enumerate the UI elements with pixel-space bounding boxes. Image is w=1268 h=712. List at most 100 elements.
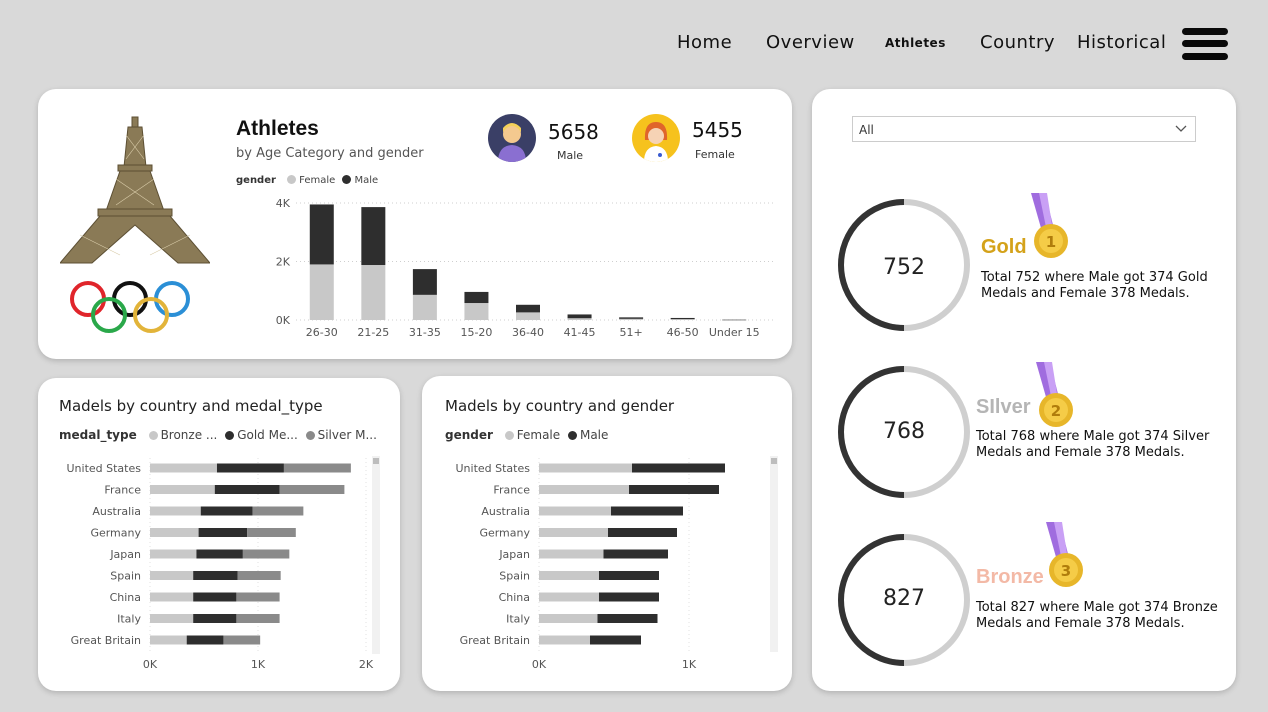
bar-bronze-great-britain[interactable] bbox=[150, 635, 187, 645]
bar-gold-me-japan[interactable] bbox=[196, 549, 243, 559]
bar-gold-me-france[interactable] bbox=[214, 485, 280, 494]
nav-country[interactable]: Country bbox=[980, 32, 1055, 53]
bar-female-italy[interactable] bbox=[539, 614, 598, 623]
x-tick-label: 0K bbox=[532, 658, 547, 671]
medal-type-legend: medal_type Bronze ... Gold Me... Silver … bbox=[59, 428, 377, 442]
x-tick-label: Under 15 bbox=[709, 326, 760, 339]
bar-silver-m-united-states[interactable] bbox=[283, 463, 351, 473]
y-tick-label: 2K bbox=[276, 256, 291, 269]
y-tick-label: France bbox=[104, 484, 141, 497]
bronze-ring: 827 bbox=[838, 534, 970, 666]
bar-gold-me-great-britain[interactable] bbox=[186, 635, 224, 645]
scrollbar-thumb[interactable] bbox=[373, 458, 379, 464]
gold-description: Total 752 where Male got 374 Gold Medals… bbox=[981, 270, 1208, 301]
bar-silver-m-china[interactable] bbox=[236, 592, 280, 602]
y-tick-label: 4K bbox=[276, 197, 291, 210]
bar-female-united-states[interactable] bbox=[539, 463, 632, 473]
bar-bronze-germany[interactable] bbox=[150, 528, 199, 537]
silver-total: 768 bbox=[883, 419, 925, 444]
nav-home[interactable]: Home bbox=[677, 32, 732, 53]
bar-bronze-australia[interactable] bbox=[150, 506, 201, 516]
hamburger-menu-icon[interactable] bbox=[1182, 26, 1228, 62]
y-tick-label: Japan bbox=[498, 548, 530, 561]
nav-overview[interactable]: Overview bbox=[766, 32, 855, 53]
bar-female-germany[interactable] bbox=[539, 528, 608, 537]
bar-male-australia[interactable] bbox=[611, 506, 683, 516]
gold-medal-icon: 1 bbox=[1031, 193, 1068, 258]
bar-bronze-italy[interactable] bbox=[150, 614, 194, 623]
x-tick-label: 26-30 bbox=[306, 326, 338, 339]
bar-female-31-35[interactable] bbox=[412, 294, 437, 320]
svg-text:3: 3 bbox=[1061, 562, 1071, 580]
athletes-title: Athletes bbox=[236, 117, 319, 140]
bar-female-france[interactable] bbox=[539, 485, 629, 494]
bar-female-46-50[interactable] bbox=[670, 319, 695, 320]
nav-historical[interactable]: Historical bbox=[1077, 32, 1166, 53]
bar-gold-me-china[interactable] bbox=[193, 592, 237, 602]
bar-female-china[interactable] bbox=[539, 592, 599, 602]
bar-male-great-britain[interactable] bbox=[590, 635, 641, 645]
bar-male-france[interactable] bbox=[629, 485, 719, 494]
bar-bronze-spain[interactable] bbox=[150, 571, 194, 580]
y-tick-label: Spain bbox=[499, 570, 530, 583]
legend-dot-female bbox=[504, 431, 514, 440]
bar-female-great-britain[interactable] bbox=[539, 635, 590, 645]
bar-female-21-25[interactable] bbox=[361, 265, 386, 320]
bar-gold-me-united-states[interactable] bbox=[216, 463, 284, 473]
bar-male-26-30[interactable] bbox=[309, 204, 334, 265]
bar-gold-me-australia[interactable] bbox=[200, 506, 253, 516]
bar-silver-m-great-britain[interactable] bbox=[223, 635, 261, 645]
bar-male-15-20[interactable] bbox=[464, 291, 489, 304]
bar-male-31-35[interactable] bbox=[412, 269, 437, 295]
bar-male-spain[interactable] bbox=[599, 571, 659, 580]
y-tick-label: Great Britain bbox=[460, 634, 530, 647]
bar-male-under-15[interactable] bbox=[722, 319, 747, 321]
silver-ring: 768 bbox=[838, 366, 970, 498]
bar-silver-m-japan[interactable] bbox=[242, 549, 290, 559]
bar-male-italy[interactable] bbox=[597, 614, 658, 623]
bar-gold-me-germany[interactable] bbox=[198, 528, 248, 537]
bar-female-41-45[interactable] bbox=[567, 318, 592, 320]
bar-female-spain[interactable] bbox=[539, 571, 599, 580]
y-tick-label: Great Britain bbox=[71, 634, 141, 647]
bar-male-46-50[interactable] bbox=[670, 317, 695, 320]
medal-type-chart-title: Madels by country and medal_type bbox=[59, 397, 323, 415]
bar-female-51[interactable] bbox=[619, 318, 644, 320]
gender-chart-title: Madels by country and gender bbox=[445, 397, 675, 415]
bar-silver-m-france[interactable] bbox=[279, 485, 345, 494]
scrollbar-thumb[interactable] bbox=[771, 458, 777, 464]
legend-dot-gold bbox=[225, 431, 235, 440]
bar-male-21-25[interactable] bbox=[361, 207, 386, 266]
scrollbar-track[interactable] bbox=[372, 456, 380, 654]
bar-female-15-20[interactable] bbox=[464, 303, 489, 320]
bar-bronze-france[interactable] bbox=[150, 485, 215, 494]
bar-gold-me-spain[interactable] bbox=[193, 571, 238, 580]
bar-female-26-30[interactable] bbox=[309, 264, 334, 320]
bar-silver-m-germany[interactable] bbox=[247, 528, 296, 537]
y-tick-label: Germany bbox=[479, 527, 530, 540]
nav-athletes[interactable]: Athletes bbox=[885, 36, 946, 50]
bar-male-united-states[interactable] bbox=[632, 463, 725, 473]
bar-male-china[interactable] bbox=[599, 592, 659, 602]
bar-male-41-45[interactable] bbox=[567, 314, 592, 319]
bar-bronze-japan[interactable] bbox=[150, 549, 197, 559]
bar-female-japan[interactable] bbox=[539, 549, 604, 559]
bar-silver-m-italy[interactable] bbox=[236, 614, 280, 623]
y-tick-label: China bbox=[499, 591, 530, 604]
medal-filter-dropdown[interactable]: All bbox=[852, 116, 1196, 142]
bar-male-germany[interactable] bbox=[608, 528, 677, 537]
bar-male-36-40[interactable] bbox=[516, 304, 540, 313]
bar-gold-me-italy[interactable] bbox=[193, 614, 237, 623]
bronze-label: Bronze bbox=[976, 566, 1044, 588]
bar-silver-m-spain[interactable] bbox=[237, 571, 281, 580]
legend-dot-male bbox=[342, 175, 352, 184]
bar-female-36-40[interactable] bbox=[516, 312, 540, 320]
bar-bronze-china[interactable] bbox=[150, 592, 194, 602]
bar-silver-m-australia[interactable] bbox=[252, 506, 304, 516]
bar-bronze-united-states[interactable] bbox=[150, 463, 217, 473]
bar-female-australia[interactable] bbox=[539, 506, 611, 516]
bar-male-japan[interactable] bbox=[603, 549, 669, 559]
scrollbar-track[interactable] bbox=[770, 456, 778, 652]
top-navigation: Home Overview Athletes Country Historica… bbox=[0, 22, 1268, 66]
bar-male-51[interactable] bbox=[619, 317, 644, 319]
